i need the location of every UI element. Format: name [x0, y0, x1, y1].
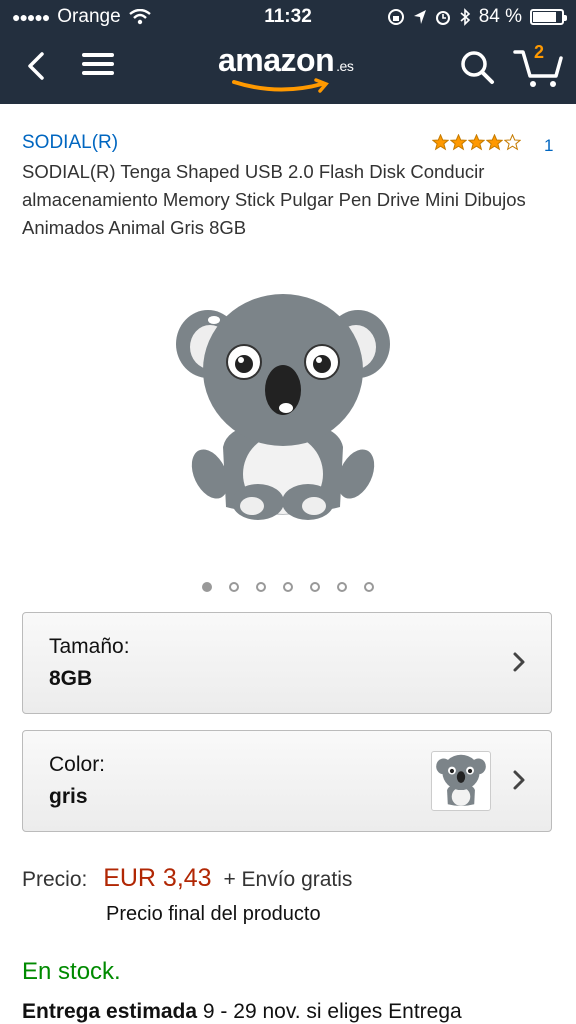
location-icon	[413, 10, 426, 24]
star-icon	[468, 134, 485, 151]
color-value: gris	[49, 785, 88, 808]
cart-count-badge: 2	[534, 42, 545, 62]
navigation-bar: amazon .es 2	[0, 36, 576, 96]
pager-dot[interactable]	[310, 582, 320, 592]
shipping-info: + Envío gratis	[223, 868, 353, 891]
top-bar: ●●●●● Orange 11:32 84 % amazon .es 2	[0, 0, 576, 104]
rotation-lock-icon	[387, 9, 404, 25]
price-label: Precio:	[22, 868, 88, 891]
price-amount: EUR 3,43	[103, 864, 212, 892]
pager-dot[interactable]	[337, 582, 347, 592]
menu-line	[82, 62, 114, 66]
rating-stars[interactable]	[432, 134, 521, 151]
star-icon	[486, 134, 503, 151]
image-pager[interactable]	[0, 582, 576, 592]
pager-dot[interactable]	[202, 582, 212, 592]
delivery-label: Entrega estimada	[22, 1000, 198, 1023]
rating-count-link[interactable]: 1	[544, 136, 553, 156]
logo-text: amazon	[218, 42, 335, 78]
chevron-right-icon	[513, 652, 525, 672]
size-selector[interactable]: Tamaño: 8GB	[22, 612, 552, 714]
pager-dot[interactable]	[256, 582, 266, 592]
koala-thumbnail-icon	[436, 754, 486, 806]
amazon-logo[interactable]: amazon .es	[218, 42, 354, 79]
battery-icon	[530, 9, 567, 25]
status-bar: ●●●●● Orange 11:32 84 %	[0, 0, 576, 34]
star-icon	[432, 134, 449, 151]
delivery-dates: 9 - 29 nov. si eliges Entrega	[202, 1000, 462, 1023]
menu-button[interactable]	[78, 48, 118, 84]
color-selector[interactable]: Color: gris	[22, 730, 552, 832]
alarm-icon	[435, 11, 450, 25]
star-icon	[450, 134, 467, 151]
final-price-note: Precio final del producto	[106, 903, 321, 925]
stock-status: En stock.	[22, 958, 121, 985]
menu-line	[82, 53, 114, 57]
size-value: 8GB	[49, 667, 93, 690]
pager-dot[interactable]	[229, 582, 239, 592]
price-row: Precio: EUR 3,43 + Envío gratis	[22, 864, 352, 893]
battery-level	[533, 12, 556, 22]
menu-line	[82, 71, 114, 75]
bluetooth-icon	[460, 8, 470, 26]
product-title: SODIAL(R) Tenga Shaped USB 2.0 Flash Dis…	[22, 161, 526, 238]
cart-button[interactable]: 2	[512, 42, 564, 90]
battery-percentage: 84 %	[478, 6, 522, 27]
logo-smile-icon	[232, 78, 329, 93]
pager-dot[interactable]	[283, 582, 293, 592]
color-swatch-thumbnail	[431, 751, 491, 811]
star-icon	[504, 134, 521, 151]
chevron-right-icon	[513, 770, 525, 790]
koala-usb-image[interactable]	[168, 282, 398, 532]
pager-dot[interactable]	[364, 582, 374, 592]
color-label: Color:	[49, 753, 106, 776]
size-label: Tamaño:	[49, 635, 130, 658]
search-button[interactable]	[458, 48, 496, 86]
brand-link[interactable]: SODIAL(R)	[22, 132, 118, 154]
back-button[interactable]	[18, 46, 58, 86]
delivery-estimate: Entrega estimada 9 - 29 nov. si eliges E…	[22, 1000, 462, 1024]
logo-tld: .es	[336, 58, 354, 74]
